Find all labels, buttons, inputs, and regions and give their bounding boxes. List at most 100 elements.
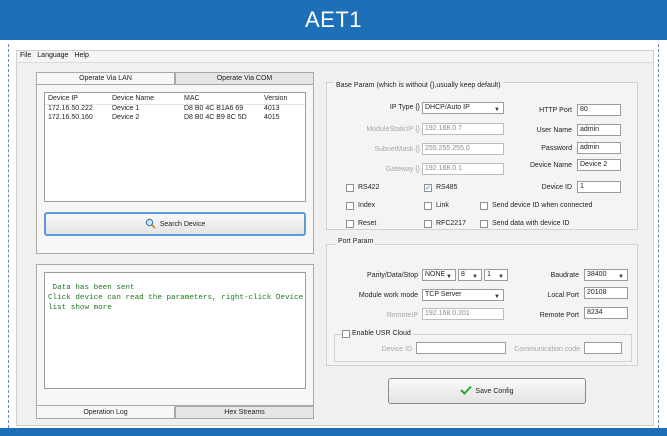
banner: AET1 <box>0 0 667 40</box>
device-table: Device IP Device Name MAC Version 172.16… <box>45 93 305 122</box>
menu-help[interactable]: Help <box>71 51 91 59</box>
search-device-button[interactable]: Search Device <box>44 212 306 236</box>
gateway-label: Gateway {} <box>385 166 420 173</box>
reset-checkbox[interactable] <box>346 220 354 228</box>
checkmark-icon <box>460 385 473 397</box>
data-bits-value: 8 <box>461 271 465 278</box>
table-row[interactable]: 172.16.50.222 Device 1 D8 B0 4C B1A6 69 … <box>45 104 305 113</box>
cell-ip: 172.16.50.160 <box>48 114 93 121</box>
link-label: Link <box>436 202 449 209</box>
submask-label: SubnetMask {} <box>374 146 420 153</box>
check-icon: ✓ <box>425 184 431 192</box>
cell-version: 4013 <box>264 105 280 113</box>
chevron-down-icon: ▼ <box>446 274 452 280</box>
link-checkbox[interactable] <box>424 202 432 210</box>
remote-ip-field[interactable]: 192.168.0.201 <box>422 308 504 320</box>
rs485-checkbox[interactable]: ✓ <box>424 184 432 192</box>
col-device-name[interactable]: Device Name <box>109 93 181 105</box>
menu-file[interactable]: File <box>17 51 34 59</box>
log-output[interactable]: Data has been sent Click device can read… <box>44 272 306 389</box>
ip-type-label: IP Type {} <box>389 104 420 111</box>
password-label: Password <box>541 145 572 152</box>
local-port-label: Local Port <box>547 292 579 299</box>
tab-hex-streams[interactable]: Hex Streams <box>175 406 314 419</box>
work-mode-value: TCP Server <box>425 291 462 298</box>
cell-name: Device 2 <box>112 114 140 121</box>
chevron-down-icon: ▼ <box>472 274 478 280</box>
chevron-down-icon: ▼ <box>618 274 624 280</box>
rfc2217-label: RFC2217 <box>436 220 466 227</box>
search-device-label: Search Device <box>159 220 206 228</box>
chevron-down-icon: ▼ <box>494 294 500 300</box>
tab-operation-log[interactable]: Operation Log <box>36 406 175 419</box>
stop-bits-value: 1 <box>487 271 491 278</box>
gateway-field[interactable]: 192.168.0.1 <box>422 163 504 175</box>
index-checkbox[interactable] <box>346 202 354 210</box>
device-name-field[interactable]: Device 2 <box>577 159 621 171</box>
device-id-field[interactable]: 1 <box>577 181 621 193</box>
rs485-label: RS485 <box>436 184 458 191</box>
col-device-ip[interactable]: Device IP <box>45 93 109 105</box>
parity-select[interactable]: NONE ▼ <box>422 269 456 281</box>
rfc2217-checkbox[interactable] <box>424 220 432 228</box>
parity-value: NONE <box>425 271 446 278</box>
parity-label: Parity/Data/Stop <box>367 272 418 279</box>
col-mac[interactable]: MAC <box>181 93 261 105</box>
baudrate-label: Baudrate <box>550 272 579 279</box>
work-mode-label: Module work mode <box>358 292 418 299</box>
table-row[interactable]: 172.16.50.160 Device 2 D8 B0 4C B9 8C 5D… <box>45 113 305 122</box>
port-param-title: Port Param <box>336 238 376 245</box>
send-id-connected-checkbox[interactable] <box>480 202 488 210</box>
baudrate-value: 38400 <box>587 271 607 278</box>
user-name-label: User Name <box>536 127 572 134</box>
remote-port-field[interactable]: 8234 <box>584 307 628 319</box>
send-data-id-checkbox[interactable] <box>480 220 488 228</box>
save-config-button[interactable]: Save Config <box>388 378 586 404</box>
device-list[interactable]: Device IP Device Name MAC Version 172.16… <box>44 92 306 202</box>
chevron-down-icon: ▼ <box>494 107 500 113</box>
password-field[interactable]: admin <box>577 142 621 154</box>
search-icon <box>145 218 156 231</box>
log-line-1: Data has been sent <box>48 284 135 292</box>
rs422-checkbox[interactable] <box>346 184 354 192</box>
menu-language[interactable]: Language <box>34 51 71 59</box>
enable-cloud-label: Enable USR Cloud <box>352 330 413 337</box>
cell-ip: 172.16.50.222 <box>48 105 93 113</box>
device-name-label: Device Name <box>529 162 572 169</box>
http-port-field[interactable]: 80 <box>577 104 621 116</box>
baudrate-select[interactable]: 38400 ▼ <box>584 269 628 281</box>
http-port-label: HTTP Port <box>539 107 572 114</box>
col-version[interactable]: Version <box>261 93 305 105</box>
menu-bar: File Language Help <box>17 51 653 63</box>
ip-type-select[interactable]: DHCP/Auto IP ▼ <box>422 102 504 114</box>
remote-port-label: Remote Port <box>539 312 579 319</box>
module-ip-label: ModuleStaticIP {} <box>366 126 420 133</box>
send-data-id-label: Send data with device ID <box>492 220 570 227</box>
table-header: Device IP Device Name MAC Version <box>45 93 305 105</box>
device-id-label: Device ID <box>541 184 572 191</box>
cloud-device-id-field[interactable] <box>416 342 506 354</box>
log-line-3: list show more <box>48 304 112 312</box>
data-bits-select[interactable]: 8 ▼ <box>458 269 482 281</box>
chevron-down-icon: ▼ <box>498 274 504 280</box>
log-line-2: Click device can read the parameters, ri… <box>48 294 304 302</box>
rs422-label: RS422 <box>358 184 380 191</box>
stop-bits-select[interactable]: 1 ▼ <box>484 269 508 281</box>
module-ip-field[interactable]: 192.168.0.7 <box>422 123 504 135</box>
ip-type-value: DHCP/Auto IP <box>425 104 470 111</box>
cloud-device-id-label: Device ID <box>381 346 412 353</box>
base-param-title: Base Param (which is without {},usually … <box>334 82 503 89</box>
reset-label: Reset <box>358 220 377 227</box>
local-port-field[interactable]: 20108 <box>584 287 628 299</box>
user-name-field[interactable]: admin <box>577 124 621 136</box>
work-mode-select[interactable]: TCP Server ▼ <box>422 289 504 301</box>
remote-ip-label: RemoteIP <box>386 312 418 319</box>
cell-version: 4015 <box>264 114 280 121</box>
cell-mac: D8 B0 4C B1A6 69 <box>184 105 244 113</box>
enable-cloud-checkbox[interactable] <box>342 330 350 338</box>
cell-mac: D8 B0 4C B9 8C 5D <box>184 114 247 121</box>
comm-code-label: Communication code <box>514 346 580 353</box>
submask-field[interactable]: 255.255.255.0 <box>422 143 504 155</box>
banner-title: AET1 <box>304 7 363 32</box>
comm-code-field[interactable] <box>584 342 622 354</box>
